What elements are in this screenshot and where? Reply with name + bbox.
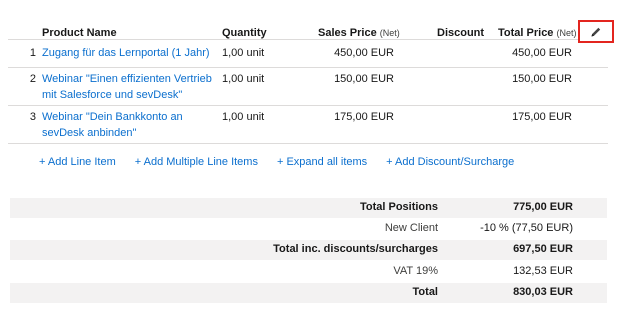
total-price-label: Total Price	[498, 27, 554, 39]
sales-price-value: 450,00 EUR	[334, 47, 394, 59]
expand-all-items-link[interactable]: + Expand all items	[277, 156, 367, 172]
column-header-product-name: Product Name	[42, 27, 117, 39]
total-label: Total	[412, 286, 438, 298]
total-value: 830,03 EUR	[513, 286, 573, 298]
add-multiple-line-items-link[interactable]: + Add Multiple Line Items	[135, 156, 258, 172]
summary-vat: VAT 19% 132,53 EUR	[10, 262, 607, 282]
quantity-value: 1,00 unit	[222, 111, 265, 123]
product-link[interactable]: Webinar "Einen effizienten Vertrieb mit …	[42, 71, 220, 103]
product-link-line2: mit Salesforce und sevDesk"	[42, 89, 183, 101]
total-positions-label: Total Positions	[359, 201, 438, 213]
summary-total-positions: Total Positions 775,00 EUR	[10, 198, 607, 218]
total-price-value: 150,00 EUR	[512, 73, 572, 85]
new-client-label: New Client	[384, 222, 438, 234]
column-header-quantity: Quantity	[222, 27, 267, 39]
summary-total-inc-discounts: Total inc. discounts/surcharges 697,50 E…	[10, 240, 607, 260]
summary-new-client: New Client -10 % (77,50 EUR)	[10, 219, 607, 239]
total-price-value: 450,00 EUR	[512, 47, 572, 59]
sales-price-label: Sales Price	[318, 27, 377, 39]
vat-value: 132,53 EUR	[513, 265, 573, 277]
sales-price-value: 175,00 EUR	[334, 111, 394, 123]
sales-price-value: 150,00 EUR	[334, 73, 394, 85]
total-inc-discounts-label: Total inc. discounts/surcharges	[273, 243, 438, 255]
total-positions-value: 775,00 EUR	[513, 201, 573, 213]
table-row: 3 Webinar "Dein Bankkonto an sevDesk anb…	[8, 106, 608, 144]
product-link-line2: sevDesk anbinden"	[42, 127, 137, 139]
add-line-item-link[interactable]: + Add Line Item	[39, 156, 116, 172]
new-client-value: -10 % (77,50 EUR)	[480, 222, 573, 234]
column-header-discount: Discount	[437, 27, 485, 39]
product-link-line1: Webinar "Dein Bankkonto an	[42, 111, 183, 123]
row-number: 2	[29, 73, 36, 85]
row-number: 3	[29, 111, 36, 123]
total-inc-discounts-value: 697,50 EUR	[513, 243, 573, 255]
total-price-value: 175,00 EUR	[512, 111, 572, 123]
vat-label: VAT 19%	[393, 265, 438, 277]
summary-total: Total 830,03 EUR	[10, 283, 607, 303]
quantity-value: 1,00 unit	[222, 73, 265, 85]
add-discount-surcharge-link[interactable]: + Add Discount/Surcharge	[386, 156, 514, 172]
product-link[interactable]: Webinar "Dein Bankkonto an sevDesk anbin…	[42, 109, 220, 141]
table-row: 1 Zugang für das Lernportal (1 Jahr) 1,0…	[8, 40, 608, 68]
pencil-icon	[591, 27, 601, 36]
column-header-total-price: Total Price (Net)	[498, 27, 577, 39]
column-header-sales-price: Sales Price (Net)	[318, 27, 400, 39]
row-number: 1	[29, 47, 36, 59]
sales-price-net-label: (Net)	[379, 28, 400, 38]
quantity-value: 1,00 unit	[222, 47, 265, 59]
table-row: 2 Webinar "Einen effizienten Vertrieb mi…	[8, 68, 608, 106]
product-link-line1: Webinar "Einen effizienten Vertrieb	[42, 73, 212, 85]
total-price-net-label: (Net)	[556, 28, 577, 38]
line-item-actions: + Add Line Item + Add Multiple Line Item…	[39, 156, 533, 172]
table-header: Product Name Quantity Sales Price (Net) …	[8, 0, 608, 40]
product-link[interactable]: Zugang für das Lernportal (1 Jahr)	[42, 45, 220, 61]
